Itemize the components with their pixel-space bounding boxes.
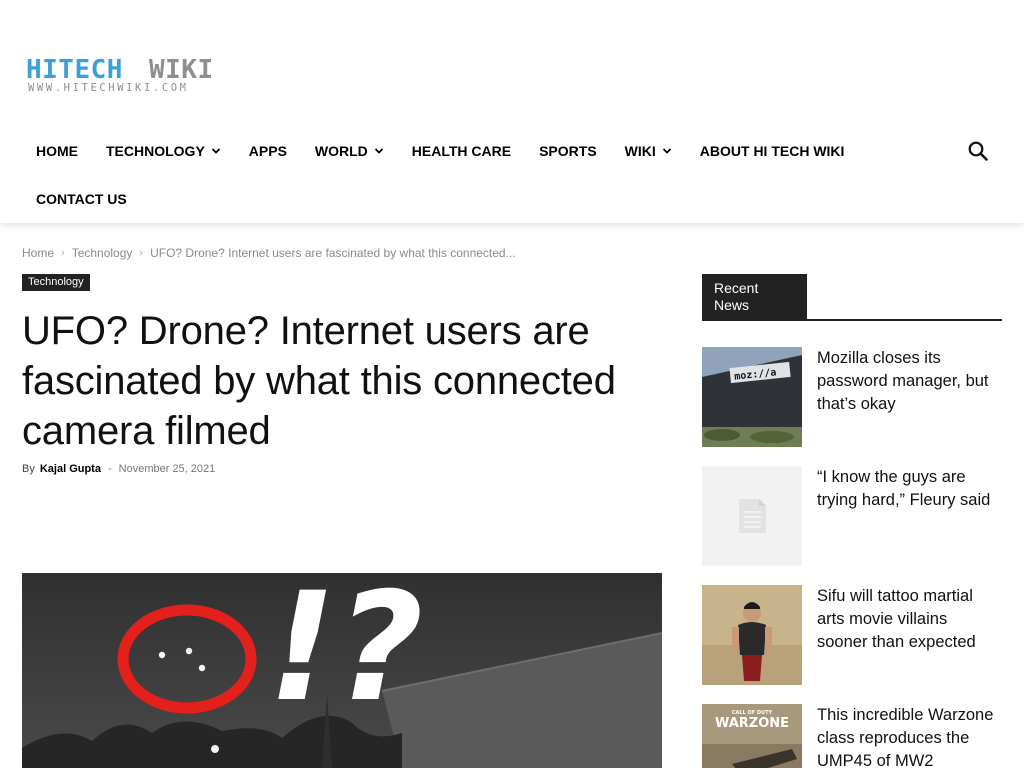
news-thumbnail[interactable]: moz://a [702,347,802,447]
news-thumbnail[interactable]: CALL OF DUTY WARZONE [702,704,802,768]
nav-item-about[interactable]: ABOUT HI TECH WIKI [686,127,859,175]
nav-item-health-care[interactable]: HEALTH CARE [398,127,525,175]
nav-item-sports[interactable]: SPORTS [525,127,611,175]
nav-label: HEALTH CARE [411,143,512,159]
widget-title: Recent News [702,274,807,319]
nav-label: CONTACT US [36,191,127,207]
news-title[interactable]: Sifu will tattoo martial arts movie vill… [817,585,1002,654]
chevron-down-icon [662,148,671,154]
nav-item-home[interactable]: HOME [22,127,92,175]
byline-prefix: By [22,463,35,475]
chevron-down-icon [374,148,383,154]
news-title[interactable]: Mozilla closes its password manager, but… [817,347,1002,416]
article-title: UFO? Drone? Internet users are fascinate… [22,309,616,453]
nav-label: HOME [36,143,78,159]
recent-news-header: Recent News [702,274,1002,321]
recent-news-item[interactable]: moz://a Mozilla closes its password mana… [702,347,1002,447]
site-logo[interactable]: HITECH WIKI WWW.HITECHWIKI.COM [26,54,244,94]
logo-url: WWW.HITECHWIKI.COM [28,82,189,94]
nav-label: WORLD [314,143,368,159]
publish-date: November 25, 2021 [118,463,216,475]
breadcrumb-category[interactable]: Technology [72,246,133,260]
chevron-right-icon: › [139,247,144,259]
nav-label: TECHNOLOGY [106,143,205,159]
meta-separator: - [107,463,112,475]
chevron-right-icon: › [61,247,65,259]
chevron-down-icon [211,148,220,154]
logo-text-wiki: WIKI [149,55,214,85]
nav-item-technology[interactable]: TECHNOLOGY [92,127,235,175]
hero-overlay-text: !? [268,573,423,735]
nav-item-world[interactable]: WORLD [301,127,398,175]
news-thumbnail[interactable] [702,466,802,566]
logo-text-hitech: HITECH [26,55,123,85]
news-thumbnail[interactable] [702,585,802,685]
nav-row-2: CONTACT US [22,175,141,223]
thumb-warzone-text: WARZONE [715,716,789,731]
nav-label: WIKI [624,143,656,159]
breadcrumb: Home › Technology › UFO? Drone? Internet… [22,246,516,260]
author-link[interactable]: Kajal Gupta [40,463,101,475]
document-icon [739,499,766,533]
nav-item-contact[interactable]: CONTACT US [22,175,141,223]
nav-item-wiki[interactable]: WIKI [611,127,686,175]
article-meta: By Kajal Gupta - November 25, 2021 [22,463,215,475]
recent-news-item[interactable]: “I know the guys are trying hard,” Fleur… [702,466,1002,566]
nav-row-1: HOME TECHNOLOGY APPS WORLD HEALTH CARE S… [22,127,858,175]
recent-news-item[interactable]: CALL OF DUTY WARZONE This incredible War… [702,704,1002,768]
news-title[interactable]: This incredible Warzone class reproduces… [817,704,1002,768]
site-header: HITECH WIKI WWW.HITECHWIKI.COM HOME TECH… [0,0,1024,223]
news-title[interactable]: “I know the guys are trying hard,” Fleur… [817,466,1002,512]
recent-news-item[interactable]: Sifu will tattoo martial arts movie vill… [702,585,1002,685]
breadcrumb-home[interactable]: Home [22,246,54,260]
hero-image: !? [22,573,662,768]
nav-label: SPORTS [539,143,597,159]
search-icon[interactable] [966,139,990,163]
category-tag[interactable]: Technology [22,274,90,291]
nav-item-apps[interactable]: APPS [235,127,301,175]
nav-label: APPS [248,143,287,159]
nav-label: ABOUT HI TECH WIKI [699,143,845,159]
breadcrumb-current: UFO? Drone? Internet users are fascinate… [150,246,516,260]
